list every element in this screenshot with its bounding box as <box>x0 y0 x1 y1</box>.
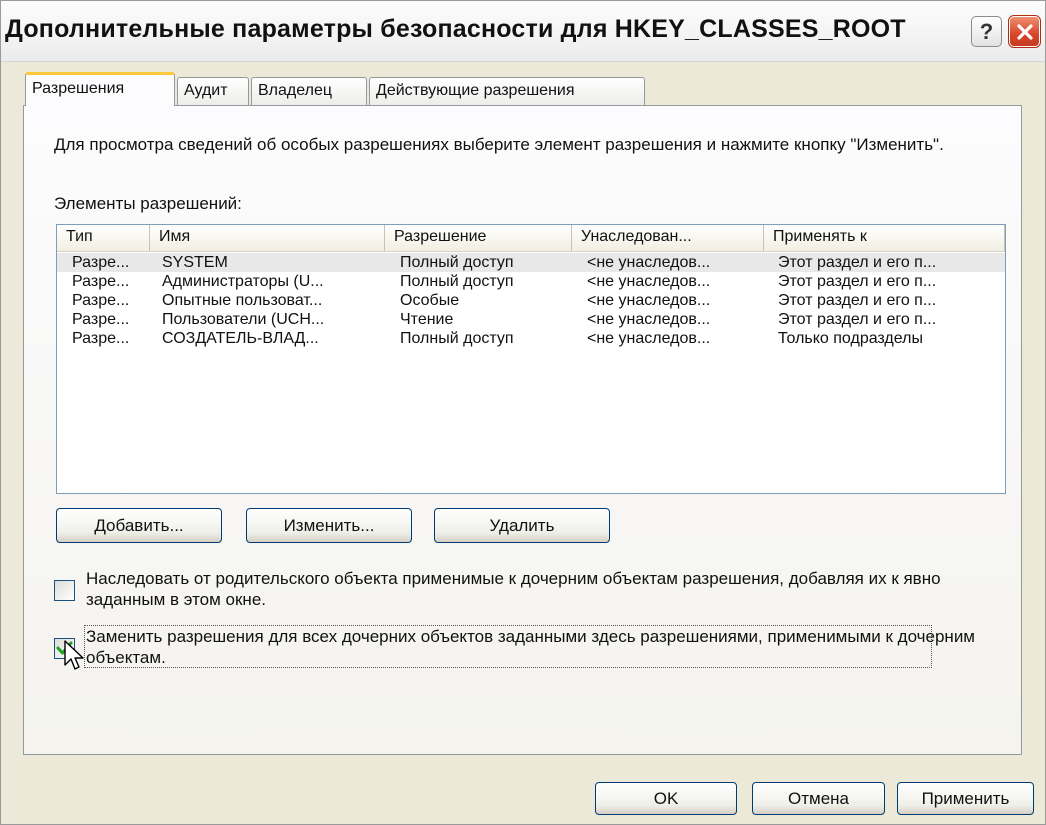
row-apply-to: Этот раздел и его п... <box>778 311 937 328</box>
list-row[interactable]: Разре... Администраторы (U... Полный дос… <box>57 272 1005 291</box>
row-name: Опытные пользоват... <box>162 292 323 309</box>
column-header-type[interactable]: Тип <box>57 225 150 251</box>
column-header-name[interactable]: Имя <box>150 225 385 251</box>
help-button[interactable]: ? <box>971 16 1002 47</box>
inherit-checkbox-label[interactable]: Наследовать от родительского объекта при… <box>86 568 1006 610</box>
list-row[interactable]: Разре... Пользователи (UCH... Чтение <не… <box>57 310 1005 329</box>
row-name: SYSTEM <box>162 254 228 271</box>
row-type: Разре... <box>72 273 130 290</box>
row-name: СОЗДАТЕЛЬ-ВЛАД... <box>162 330 319 347</box>
column-header-inherited[interactable]: Унаследован... <box>572 225 764 251</box>
close-icon <box>1016 23 1033 40</box>
list-header: Тип Имя Разрешение Унаследован... Примен… <box>57 225 1005 252</box>
row-permission: Полный доступ <box>400 254 514 271</box>
row-name: Администраторы (U... <box>162 273 324 290</box>
edit-button[interactable]: Изменить... <box>246 508 412 543</box>
mouse-pointer-icon <box>64 640 84 670</box>
tab-permissions[interactable]: Разрешения <box>25 72 175 106</box>
row-type: Разре... <box>72 254 130 271</box>
row-apply-to: Этот раздел и его п... <box>778 292 937 309</box>
ok-button[interactable]: OK <box>595 782 737 815</box>
inherit-checkbox[interactable] <box>54 580 75 601</box>
list-row[interactable]: Разре... SYSTEM Полный доступ <не унасле… <box>57 253 1005 272</box>
row-permission: Полный доступ <box>400 330 514 347</box>
column-header-apply-to[interactable]: Применять к <box>764 225 1005 251</box>
column-header-permission[interactable]: Разрешение <box>385 225 572 251</box>
apply-button[interactable]: Применить <box>897 782 1034 815</box>
row-inherited: <не унаследов... <box>587 292 711 309</box>
row-type: Разре... <box>72 292 130 309</box>
description-text: Для просмотра сведений об особых разреше… <box>54 135 944 154</box>
security-dialog: Дополнительные параметры безопасности дл… <box>0 0 1046 825</box>
row-permission: Чтение <box>400 311 454 328</box>
cancel-button[interactable]: Отмена <box>752 782 885 815</box>
row-apply-to: Этот раздел и его п... <box>778 273 937 290</box>
tab-owner[interactable]: Владелец <box>251 77 367 105</box>
remove-button[interactable]: Удалить <box>434 508 610 543</box>
tab-audit[interactable]: Аудит <box>177 77 249 105</box>
add-button[interactable]: Добавить... <box>56 508 222 543</box>
row-type: Разре... <box>72 330 130 347</box>
row-permission: Полный доступ <box>400 273 514 290</box>
window-title: Дополнительные параметры безопасности дл… <box>5 15 906 43</box>
permission-entries-label: Элементы разрешений: <box>54 194 242 213</box>
permissions-tab-page: Для просмотра сведений об особых разреше… <box>23 105 1022 755</box>
row-inherited: <не унаследов... <box>587 311 711 328</box>
tab-effective-permissions[interactable]: Действующие разрешения <box>369 77 645 105</box>
replace-checkbox-label[interactable]: Заменить разрешения для всех дочерних об… <box>86 626 1006 668</box>
row-inherited: <не унаследов... <box>587 273 711 290</box>
list-rows: Разре... SYSTEM Полный доступ <не унасле… <box>57 253 1005 348</box>
row-name: Пользователи (UCH... <box>162 311 325 328</box>
row-apply-to: Этот раздел и его п... <box>778 254 937 271</box>
row-inherited: <не унаследов... <box>587 330 711 347</box>
permission-entries-list[interactable]: Тип Имя Разрешение Унаследован... Примен… <box>56 224 1006 494</box>
row-apply-to: Только подразделы <box>778 330 923 347</box>
list-row[interactable]: Разре... СОЗДАТЕЛЬ-ВЛАД... Полный доступ… <box>57 329 1005 348</box>
row-permission: Особые <box>400 292 460 309</box>
row-inherited: <не унаследов... <box>587 254 711 271</box>
title-bar[interactable]: Дополнительные параметры безопасности дл… <box>1 1 1045 62</box>
close-button[interactable] <box>1008 15 1041 48</box>
row-type: Разре... <box>72 311 130 328</box>
list-row[interactable]: Разре... Опытные пользоват... Особые <не… <box>57 291 1005 310</box>
